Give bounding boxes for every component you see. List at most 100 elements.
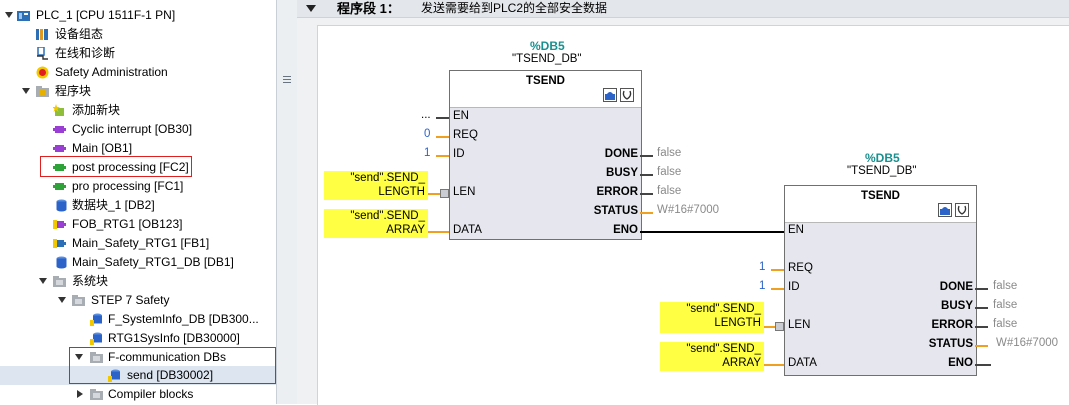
add-block-icon [53,104,64,116]
tree-item-db1[interactable]: Main_Safety_RTG1_DB [DB1] [0,253,276,272]
wire [428,231,449,233]
safety-admin-icon [36,66,49,79]
block1-id-value[interactable]: 1 [424,147,430,159]
wire [975,364,991,366]
wire [764,364,784,366]
block2-type: TSEND [861,190,900,202]
wire [975,307,988,309]
tree-item-device-config[interactable]: 设备组态 [0,25,276,44]
tree-item-label: 系统块 [72,274,109,288]
collapse-arrow-icon[interactable] [58,297,66,303]
block2-tsend[interactable]: TSEND EN REQ ID LEN DATA DONE BUSY ERROR… [784,185,977,376]
tree-item-fb1[interactable]: Main_Safety_RTG1 [FB1] [0,234,276,253]
fc-block-icon [53,183,66,190]
tree-item-online-diagnostics[interactable]: 在线和诊断 [0,44,276,63]
wire [771,288,784,290]
wire [640,174,653,176]
tree-item-label: Main_Safety_RTG1_DB [DB1] [72,255,234,269]
db-icon [56,256,67,269]
block1-db-tag: %DB5 [530,39,565,53]
wire [428,193,440,195]
collapse-arrow-icon[interactable] [39,278,47,284]
block2-busy-pin: BUSY [941,300,973,312]
tree-item-safety-admin[interactable]: Safety Administration [0,63,276,82]
block2-req-value[interactable]: 1 [759,261,765,273]
tree-item-label: FOB_RTG1 [OB123] [72,217,183,231]
tree-item-label: Main_Safety_RTG1 [FB1] [72,236,210,250]
tree-item-compiler-blocks[interactable]: Compiler blocks [0,385,276,404]
operand-line-2: LENGTH [378,186,425,198]
wire [975,326,988,328]
operand-line-2: LENGTH [714,317,761,329]
online-diagnostics-icon [37,47,48,60]
block2-done-value: false [993,280,1018,292]
block1-en-value[interactable]: ... [421,109,431,121]
block1-db-name[interactable]: "TSEND_DB" [512,53,582,65]
tree-item-system-blocks[interactable]: 系统块 [0,272,276,291]
grip-line [283,76,291,77]
block2-len-pin: LEN [788,319,811,331]
conversion-icon [775,322,784,331]
network-comment[interactable]: 发送需要给到PLC2的全部安全数据 [421,0,607,17]
block2-done-pin: DONE [939,281,973,293]
safety-db-icon [90,313,102,326]
folder-icon [53,276,66,287]
block1-len-operand[interactable]: "send".SEND_ LENGTH [324,171,428,200]
block-status-icon[interactable] [620,88,634,102]
tree-item-f-systeminfo-db[interactable]: F_SystemInfo_DB [DB300... [0,310,276,329]
collapse-arrow-icon[interactable] [5,12,13,18]
tree-scrollbar[interactable] [276,0,298,404]
folder-icon [36,86,49,97]
tree-item-fc1[interactable]: pro processing [FC1] [0,177,276,196]
tree-item-ob30[interactable]: Cyclic interrupt [OB30] [0,120,276,139]
block2-db-name[interactable]: "TSEND_DB" [847,165,917,177]
tree-item-program-blocks[interactable]: 程序块 [0,82,276,101]
tree-item-rtg1sysinfo[interactable]: RTG1SysInfo [DB30000] [0,329,276,348]
wire [640,212,653,214]
block1-done-pin: DONE [604,148,638,160]
folder-icon [90,389,103,400]
tree-item-step7-safety[interactable]: STEP 7 Safety [0,291,276,310]
block-info-icon[interactable] [938,203,952,217]
block1-done-value: false [657,147,682,159]
network-title: 程序段 1： [337,1,400,16]
plc-icon [17,11,30,21]
wire [436,136,449,138]
network-header[interactable]: 程序段 1： 发送需要给到PLC2的全部安全数据 [297,0,1069,18]
tree-item-label: PLC_1 [CPU 1511F-1 PN] [36,8,176,22]
folder-icon [72,295,85,306]
block-info-icon[interactable] [603,88,617,102]
db-icon [56,199,67,212]
block2-data-operand[interactable]: "send".SEND_ ARRAY [660,342,764,371]
tree-item-label: 设备组态 [55,27,104,41]
tree-item-add-block[interactable]: 添加新块 [0,101,276,120]
block1-type: TSEND [526,75,565,87]
eno-en-wire [640,231,784,233]
block2-data-pin: DATA [788,357,817,369]
safety-db-icon [90,332,102,345]
tree-item-plc[interactable]: PLC_1 [CPU 1511F-1 PN] [0,6,276,25]
block2-id-value[interactable]: 1 [759,280,765,292]
block1-eno-pin: ENO [613,224,638,236]
block1-data-operand[interactable]: "send".SEND_ ARRAY [324,209,428,238]
device-config-icon [36,29,48,40]
block2-eno-pin: ENO [948,357,973,369]
wire [975,288,988,290]
wire [975,345,988,347]
block2-len-operand[interactable]: "send".SEND_ LENGTH [660,302,764,333]
tree-item-ob123[interactable]: FOB_RTG1 [OB123] [0,215,276,234]
tree-item-label: 在线和诊断 [55,46,116,60]
block1-busy-pin: BUSY [606,167,638,179]
grip-line [283,82,291,83]
block1-tsend[interactable]: TSEND EN REQ ID LEN DATA DONE BUSY ERROR… [449,70,642,240]
ob-block-icon [53,126,66,133]
collapse-network-icon[interactable] [306,5,316,12]
tree-item-db2[interactable]: 数据块_1 [DB2] [0,196,276,215]
expand-arrow-icon[interactable] [77,390,83,398]
block-status-icon[interactable] [955,203,969,217]
collapse-arrow-icon[interactable] [22,88,30,94]
conversion-icon [440,189,449,198]
block1-req-value[interactable]: 0 [424,128,430,140]
block1-en-pin: EN [453,110,469,122]
project-tree: PLC_1 [CPU 1511F-1 PN] 设备组态 在线和诊断 Safety… [0,0,276,404]
